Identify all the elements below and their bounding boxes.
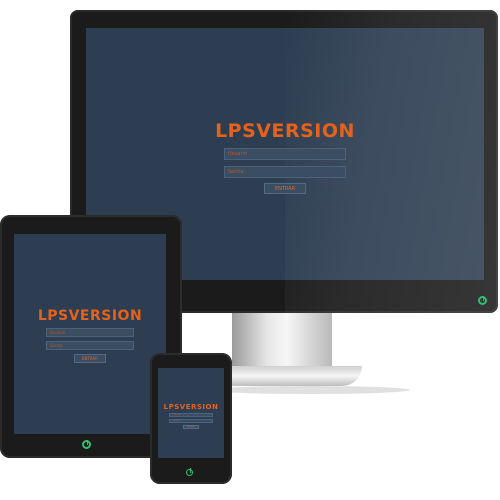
tablet-power-icon[interactable] bbox=[82, 440, 91, 449]
monitor-submit-button[interactable]: ENTRAR bbox=[264, 183, 306, 194]
phone-login-form: LPSVERSION Usuario Senha ENTRAR bbox=[158, 368, 224, 429]
monitor-base-shadow bbox=[210, 386, 410, 394]
tablet-username-input[interactable]: Usuario bbox=[46, 328, 134, 337]
tablet-submit-button[interactable]: ENTRAR bbox=[74, 354, 106, 363]
phone-username-input[interactable]: Usuario bbox=[169, 413, 213, 417]
monitor-username-input[interactable]: Usuario bbox=[224, 148, 346, 160]
monitor-password-input[interactable]: Senha bbox=[224, 166, 346, 178]
tablet-password-input[interactable]: Senha bbox=[46, 341, 134, 350]
phone-password-input[interactable]: Senha bbox=[169, 419, 213, 423]
monitor-stand-neck bbox=[232, 313, 332, 368]
tablet-brand-title: LPSVERSION bbox=[37, 308, 143, 324]
phone-power-icon[interactable] bbox=[186, 468, 193, 476]
monitor-power-icon[interactable] bbox=[478, 296, 487, 305]
monitor-brand-title: LPSVERSION bbox=[215, 120, 355, 142]
monitor-login-form: LPSVERSION Usuario Senha ENTRAR bbox=[86, 28, 484, 194]
phone-brand-title: LPSVERSION bbox=[163, 403, 219, 411]
phone-submit-button[interactable]: ENTRAR bbox=[183, 425, 199, 429]
tablet-login-form: LPSVERSION Usuario Senha ENTRAR bbox=[14, 234, 166, 363]
